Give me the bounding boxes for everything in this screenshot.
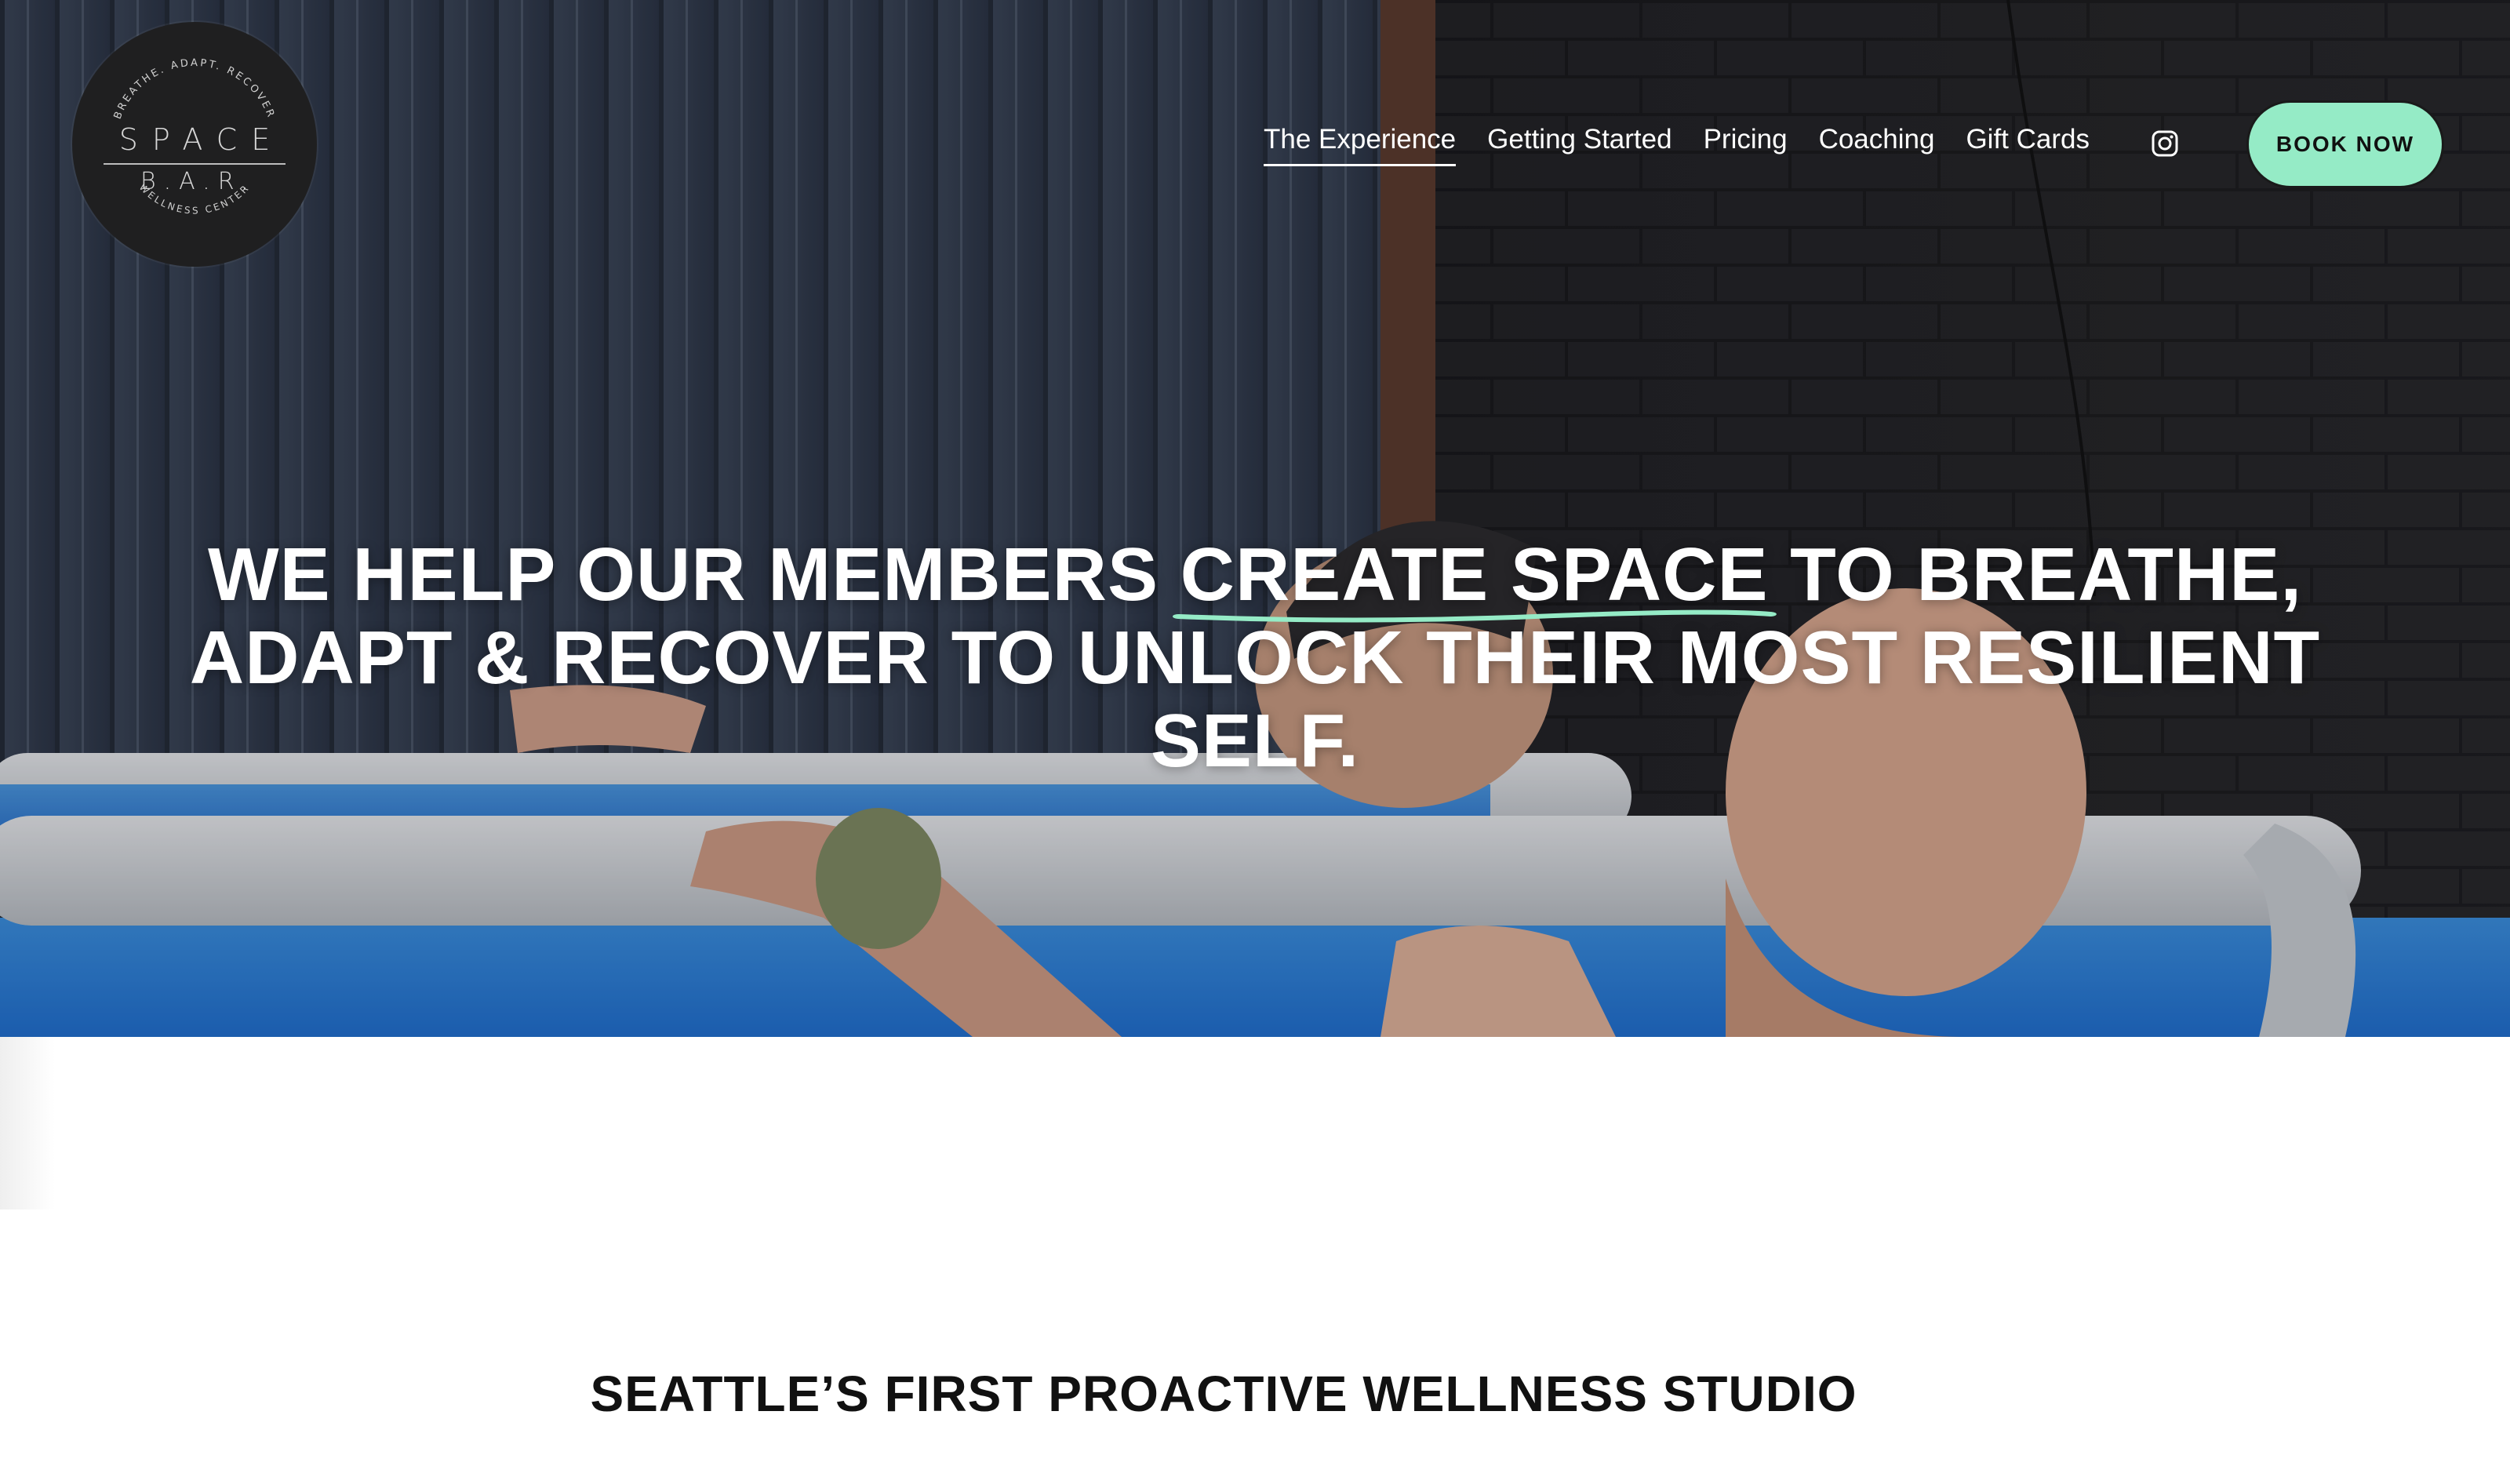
svg-text:BREATHE. ADAPT. RECOVER: BREATHE. ADAPT. RECOVER xyxy=(112,57,278,121)
hero-section: BREATHE. ADAPT. RECOVER WELLNESS CENTER … xyxy=(0,0,2510,1037)
main-navigation: The Experience Getting Started Pricing C… xyxy=(1264,124,2090,166)
section-title: SEATTLE’S FIRST PROACTIVE WELLNESS STUDI… xyxy=(590,1366,1857,1422)
logo-word-space: SPACE xyxy=(118,122,285,157)
book-now-button[interactable]: BOOK NOW xyxy=(2246,100,2444,188)
headline-highlight: CREATE SPACE xyxy=(1172,533,1777,623)
logo-word-bar: B.A.R. xyxy=(140,168,257,195)
edge-shadow xyxy=(0,1037,55,1209)
hero-headline: WE HELP OUR MEMBERS CREATE SPACE TO BREA… xyxy=(118,533,2392,783)
nav-link-the-experience[interactable]: The Experience xyxy=(1264,124,1457,166)
brand-logo[interactable]: BREATHE. ADAPT. RECOVER WELLNESS CENTER … xyxy=(72,22,317,267)
highlight-underline xyxy=(1172,609,1777,623)
headline-text-start: WE HELP OUR MEMBERS xyxy=(208,533,1180,617)
nav-link-coaching[interactable]: Coaching xyxy=(1819,124,1935,155)
page: BREATHE. ADAPT. RECOVER WELLNESS CENTER … xyxy=(0,0,2510,1484)
nav-link-gift-cards[interactable]: Gift Cards xyxy=(1966,124,2090,155)
logo-top-arc: BREATHE. ADAPT. RECOVER xyxy=(112,57,275,121)
hero-overlay xyxy=(0,0,2510,1037)
nav-link-getting-started[interactable]: Getting Started xyxy=(1487,124,1672,155)
logo-divider xyxy=(104,163,286,165)
nav-link-pricing[interactable]: Pricing xyxy=(1704,124,1788,155)
instagram-icon[interactable] xyxy=(2151,129,2179,158)
